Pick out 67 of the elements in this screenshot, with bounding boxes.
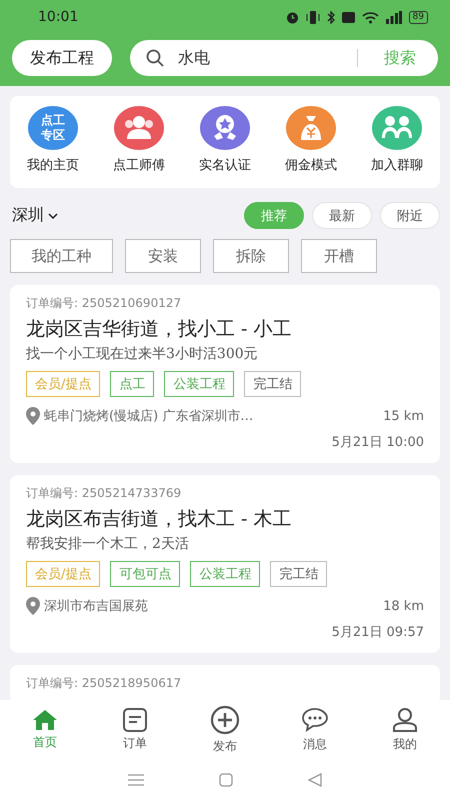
location-pin-icon bbox=[26, 597, 40, 615]
home-square-icon[interactable] bbox=[218, 773, 233, 787]
tab-bar-item[interactable]: 消息 bbox=[270, 706, 360, 754]
menu-icon[interactable] bbox=[128, 774, 144, 786]
chat-bubble-icon bbox=[301, 707, 329, 733]
order-tag: 公装工程 bbox=[190, 561, 260, 587]
chevron-down-icon bbox=[48, 212, 58, 218]
city-selector[interactable]: 深圳 bbox=[10, 205, 236, 226]
tab-bar-item[interactable]: 首页 bbox=[0, 708, 90, 752]
money-bag-icon bbox=[286, 106, 336, 150]
quick-menu-label[interactable]: 实名认证 bbox=[199, 156, 251, 174]
publish-project-button[interactable]: 发布工程 bbox=[12, 40, 112, 76]
order-card[interactable]: 订单编号: 2505218950617 bbox=[10, 665, 440, 700]
order-tag: 公装工程 bbox=[164, 371, 234, 397]
quick-menu-label[interactable]: 我的主页 bbox=[27, 156, 79, 174]
order-time: 5月21日 09:57 bbox=[330, 624, 424, 641]
order-distance: 18 km bbox=[383, 598, 424, 614]
back-icon[interactable] bbox=[308, 773, 322, 787]
search-field[interactable]: 水电 搜索 bbox=[130, 40, 438, 76]
bluetooth-icon bbox=[326, 10, 335, 24]
plus-circle-icon bbox=[210, 705, 240, 735]
quick-menu-label[interactable]: 点工师傅 bbox=[113, 156, 165, 174]
tab-bar-item[interactable]: 订单 bbox=[90, 707, 180, 753]
order-number: 订单编号: 2505210690127 bbox=[26, 295, 182, 312]
order-description: 帮我安排一个木工，2天活 bbox=[26, 535, 190, 553]
zone-badge-icon: 点工 专区 bbox=[28, 106, 78, 150]
tab-bar-item[interactable]: 我的 bbox=[360, 706, 450, 754]
order-title: 龙岗区布吉街道，找木工 - 木工 bbox=[26, 507, 292, 532]
order-tag: 可包可点 bbox=[110, 561, 180, 587]
order-tag: 完工结 bbox=[244, 371, 302, 397]
order-address: 深圳市布吉国展苑 bbox=[44, 598, 149, 615]
order-tag: 点工 bbox=[110, 371, 154, 397]
signal-icon bbox=[386, 10, 402, 24]
category-chip[interactable]: 拆除 bbox=[213, 239, 289, 273]
sort-tab[interactable]: 附近 bbox=[380, 202, 440, 229]
home-icon bbox=[32, 709, 58, 731]
wifi-icon bbox=[362, 10, 379, 24]
order-number: 订单编号: 2505218950617 bbox=[26, 675, 182, 692]
tab-bar-item[interactable]: 发布 bbox=[180, 704, 270, 756]
status-time: 10:01 bbox=[38, 9, 78, 25]
vibrate-icon bbox=[306, 10, 320, 24]
person-icon bbox=[392, 707, 418, 733]
search-icon bbox=[146, 49, 164, 67]
quick-menu-label[interactable]: 佣金模式 bbox=[285, 156, 337, 174]
order-tag: 完工结 bbox=[270, 561, 328, 587]
order-address: 蚝串门烧烤(慢城店) 广东省深圳市… bbox=[44, 408, 254, 425]
document-icon bbox=[122, 708, 148, 732]
medal-icon bbox=[200, 106, 250, 150]
category-chip[interactable]: 我的工种 bbox=[10, 239, 113, 273]
group-icon bbox=[372, 106, 422, 150]
people-icon bbox=[114, 106, 164, 150]
alarm-icon bbox=[286, 10, 299, 24]
battery-level: 89 bbox=[408, 10, 428, 24]
order-title: 龙岗区吉华街道，找小工 - 小工 bbox=[26, 317, 292, 342]
order-time: 5月21日 10:00 bbox=[330, 434, 424, 451]
sort-tab[interactable]: 最新 bbox=[312, 202, 372, 229]
order-number: 订单编号: 2505214733769 bbox=[26, 485, 182, 502]
category-chip[interactable]: 开槽 bbox=[301, 239, 377, 273]
order-card[interactable]: 订单编号: 2505214733769 龙岗区布吉街道，找木工 - 木工 帮我安排一个木工，2天活 会员/提点 可包可点 公装工程 完工结 深圳市布吉国展苑 18 km 5月21日 09:57 bbox=[10, 475, 440, 653]
order-tag: 会员/提点 bbox=[26, 371, 100, 397]
category-chip[interactable]: 安装 bbox=[125, 239, 201, 273]
quick-menu-label[interactable]: 加入群聊 bbox=[371, 156, 423, 174]
location-pin-icon bbox=[26, 407, 40, 425]
order-card[interactable]: 订单编号: 2505210690127 龙岗区吉华街道，找小工 - 小工 找一个小工现在过来半3小时活300元 会员/提点 点工 公装工程 完工结 蚝串门烧烤(慢城店) 广东省深圳市… 15 km 5月21日 10:00 bbox=[10, 285, 440, 463]
order-distance: 15 km bbox=[383, 408, 424, 424]
order-description: 找一个小工现在过来半3小时活300元 bbox=[26, 345, 259, 363]
order-tag: 会员/提点 bbox=[26, 561, 100, 587]
